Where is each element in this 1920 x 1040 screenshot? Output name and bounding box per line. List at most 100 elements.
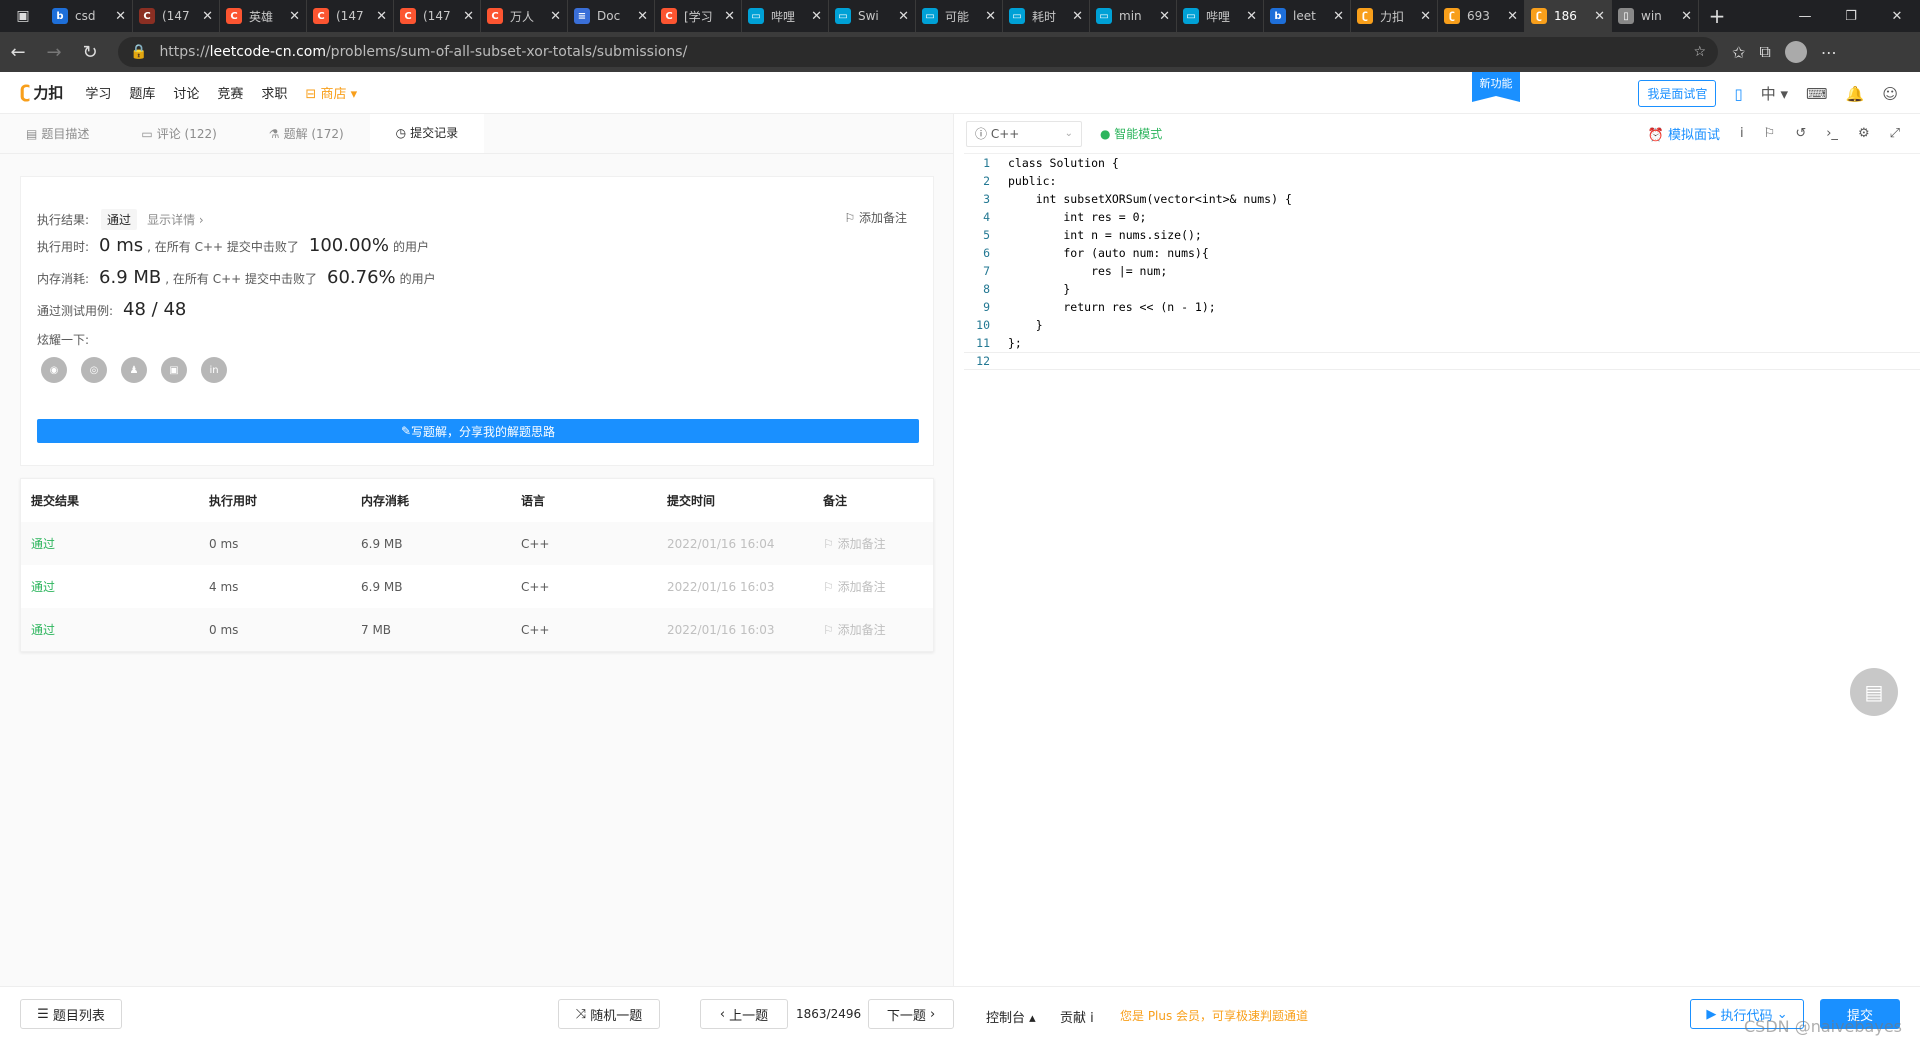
row-add-note[interactable]: ⚐ 添加备注 <box>823 621 933 638</box>
close-tab-icon[interactable]: ✕ <box>1333 9 1344 24</box>
language-switch[interactable]: 中 ▾ <box>1761 83 1788 104</box>
close-tab-icon[interactable]: ✕ <box>1594 9 1605 24</box>
close-tab-icon[interactable]: ✕ <box>115 9 126 24</box>
result-link[interactable]: 通过 <box>21 621 209 638</box>
close-window-icon[interactable]: ✕ <box>1874 9 1920 24</box>
prev-problem-button[interactable]: ‹ 上一题 <box>700 999 788 1029</box>
browser-tab[interactable]: C (147 ✕ <box>307 0 394 32</box>
nav-learn[interactable]: 学习 <box>85 83 111 102</box>
close-tab-icon[interactable]: ✕ <box>550 9 561 24</box>
new-tab-button[interactable]: + <box>1699 4 1735 28</box>
browser-tab[interactable]: C 英雄 ✕ <box>220 0 307 32</box>
close-tab-icon[interactable]: ✕ <box>1420 9 1431 24</box>
browser-tab[interactable]: ▭ 哔哩 ✕ <box>742 0 829 32</box>
forward-icon[interactable]: → <box>36 42 72 63</box>
favorites-icon[interactable]: ✩ <box>1732 43 1745 62</box>
linkedin-icon[interactable]: in <box>201 357 227 383</box>
minimize-icon[interactable]: — <box>1782 9 1828 24</box>
reset-icon[interactable]: ↺ <box>1795 126 1806 141</box>
write-solution-button[interactable]: ✎ 写题解，分享我的解题思路 <box>37 419 919 443</box>
tab-submissions[interactable]: ◷ 提交记录 <box>369 114 485 153</box>
browser-tab[interactable]: ʗ 186 ✕ <box>1525 0 1612 32</box>
close-tab-icon[interactable]: ✕ <box>289 9 300 24</box>
nav-problems[interactable]: 题库 <box>129 83 155 102</box>
more-icon[interactable]: ⋯ <box>1821 43 1837 62</box>
settings-icon[interactable]: ⚙ <box>1858 126 1870 141</box>
site-logo[interactable]: ʗ 力扣 <box>20 82 63 103</box>
browser-tab[interactable]: b leet ✕ <box>1264 0 1351 32</box>
browser-tab[interactable]: ▭ min ✕ <box>1090 0 1177 32</box>
back-icon[interactable]: ← <box>0 42 36 63</box>
nav-discuss[interactable]: 讨论 <box>173 83 199 102</box>
notes-icon[interactable]: ▤ <box>1850 668 1898 716</box>
close-tab-icon[interactable]: ✕ <box>463 9 474 24</box>
browser-tab[interactable]: ▯ win ✕ <box>1612 0 1699 32</box>
tab-description[interactable]: ▤ 题目描述 <box>0 114 115 153</box>
playground-icon[interactable]: ⌨ <box>1806 85 1828 103</box>
info-icon[interactable]: i <box>1740 126 1744 141</box>
browser-tab[interactable]: ʗ 力扣 ✕ <box>1351 0 1438 32</box>
restore-icon[interactable]: ❐ <box>1828 9 1874 24</box>
browser-tab[interactable]: ▭ Swi ✕ <box>829 0 916 32</box>
interviewer-button[interactable]: 我是面试官 <box>1638 80 1717 107</box>
wechat-icon[interactable]: ◉ <box>41 357 67 383</box>
close-tab-icon[interactable]: ✕ <box>1159 9 1170 24</box>
result-link[interactable]: 通过 <box>21 535 209 552</box>
browser-tab[interactable]: ≡ Doc ✕ <box>568 0 655 32</box>
close-tab-icon[interactable]: ✕ <box>811 9 822 24</box>
tablet-icon[interactable]: ▯ <box>1734 85 1742 103</box>
notification-bell-icon[interactable]: 🔔 <box>1846 85 1865 103</box>
tab-solutions[interactable]: ⚗ 题解 (172) <box>243 114 370 153</box>
qq-icon[interactable]: ♟ <box>121 357 147 383</box>
nav-contest[interactable]: 竞赛 <box>217 83 243 102</box>
close-tab-icon[interactable]: ✕ <box>376 9 387 24</box>
collections-icon[interactable]: ⧉ <box>1759 42 1770 62</box>
close-tab-icon[interactable]: ✕ <box>1507 9 1518 24</box>
browser-tab[interactable]: b csd ✕ <box>46 0 133 32</box>
console-toggle[interactable]: 控制台 ▴ <box>986 1007 1036 1026</box>
browser-tab[interactable]: C (147 ✕ <box>133 0 220 32</box>
smart-mode[interactable]: ● 智能模式 <box>1100 125 1162 142</box>
browser-tab[interactable]: C 万人 ✕ <box>481 0 568 32</box>
nav-jobs[interactable]: 求职 <box>261 83 287 102</box>
next-problem-button[interactable]: 下一题 › <box>868 999 954 1029</box>
new-feature-ribbon[interactable]: 新功能 <box>1472 72 1520 102</box>
browser-tab[interactable]: ▭ 耗时 ✕ <box>1003 0 1090 32</box>
flag-icon[interactable]: ⚐ <box>1764 126 1776 141</box>
close-tab-icon[interactable]: ✕ <box>637 9 648 24</box>
close-tab-icon[interactable]: ✕ <box>985 9 996 24</box>
close-tab-icon[interactable]: ✕ <box>898 9 909 24</box>
favorite-icon[interactable]: ☆ <box>1693 44 1706 60</box>
close-tab-icon[interactable]: ✕ <box>724 9 735 24</box>
user-avatar[interactable]: ☺ <box>1882 85 1898 103</box>
contribute-link[interactable]: 贡献 i <box>1060 1007 1094 1026</box>
problem-list-button[interactable]: ☰ 题目列表 <box>20 999 122 1029</box>
close-tab-icon[interactable]: ✕ <box>1246 9 1257 24</box>
row-add-note[interactable]: ⚐ 添加备注 <box>823 535 933 552</box>
browser-tab[interactable]: C (147 ✕ <box>394 0 481 32</box>
weibo-icon[interactable]: ◎ <box>81 357 107 383</box>
browser-tab[interactable]: ▭ 可能 ✕ <box>916 0 1003 32</box>
tab-comments[interactable]: ▭ 评论 (122) <box>115 114 242 153</box>
show-details-link[interactable]: 显示详情 › <box>147 211 204 228</box>
terminal-icon[interactable]: ›_ <box>1826 126 1838 141</box>
douban-icon[interactable]: ▣ <box>161 357 187 383</box>
close-tab-icon[interactable]: ✕ <box>1072 9 1083 24</box>
browser-tab[interactable]: ʗ 693 ✕ <box>1438 0 1525 32</box>
result-link[interactable]: 通过 <box>21 578 209 595</box>
nav-store[interactable]: ⊟ 商店 ▾ <box>305 83 357 102</box>
url-field[interactable]: 🔒 https://leetcode-cn.com/problems/sum-o… <box>118 37 1718 67</box>
refresh-icon[interactable]: ↻ <box>72 42 108 63</box>
profile-avatar[interactable] <box>1784 41 1807 63</box>
language-select[interactable]: ⓘ C++ ⌄ <box>966 120 1082 147</box>
close-tab-icon[interactable]: ✕ <box>1681 9 1692 24</box>
browser-tab[interactable]: ▭ 哔哩 ✕ <box>1177 0 1264 32</box>
row-add-note[interactable]: ⚐ 添加备注 <box>823 578 933 595</box>
tab-actions-icon[interactable]: ▣ <box>0 0 46 32</box>
lock-icon[interactable]: 🔒 <box>130 44 147 60</box>
mock-interview-button[interactable]: ⏰ 模拟面试 <box>1648 124 1720 143</box>
browser-tab[interactable]: C [学习 ✕ <box>655 0 742 32</box>
add-note-button[interactable]: ⚐ 添加备注 <box>844 209 907 226</box>
fullscreen-icon[interactable]: ⤢ <box>1890 126 1900 141</box>
random-problem-button[interactable]: ⤨ 随机一题 <box>558 999 660 1029</box>
